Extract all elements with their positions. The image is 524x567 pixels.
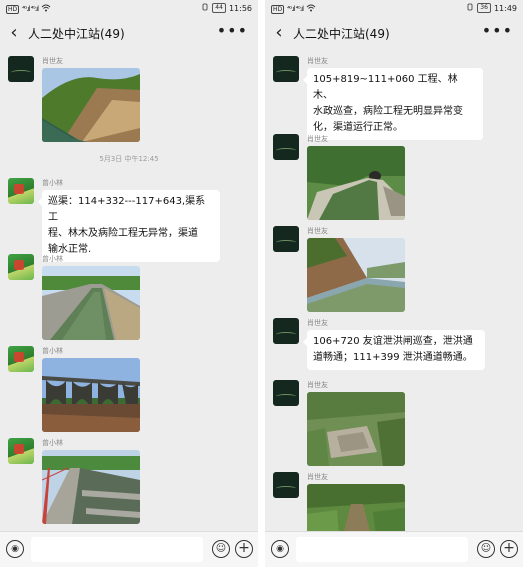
avatar[interactable]: [8, 346, 34, 372]
message-bubble[interactable]: 106+720 友谊泄洪闸巡查，泄洪通 道畅通；111+399 泄洪通道畅通。: [303, 330, 485, 370]
battery-icon: 36: [477, 3, 491, 13]
avatar[interactable]: [8, 56, 34, 82]
message-item: 曾小林 巡渠：114+332---117+643,渠系工 程、林木及病险工程无异…: [0, 178, 258, 262]
aqueduct-walkway-photo[interactable]: [42, 450, 140, 524]
message-item: 肖世友 106+720 友谊泄洪闸巡查，泄洪通 道畅通；111+399 泄洪通道…: [265, 318, 523, 374]
message-line: 巡渠：114+332---117+643,渠系工: [48, 196, 206, 223]
sender-name: 肖世友: [307, 319, 328, 327]
avatar[interactable]: [273, 472, 299, 498]
message-bubble[interactable]: 巡渠：114+332---117+643,渠系工 程、林木及病险工程无异常，渠道…: [38, 190, 220, 262]
canal-water-photo[interactable]: [42, 266, 140, 340]
add-attachment-icon[interactable]: +: [500, 540, 518, 558]
back-arrow-icon[interactable]: ‹: [2, 18, 26, 48]
sender-name: 肖世友: [307, 135, 328, 143]
emoji-icon[interactable]: ☺: [477, 540, 495, 558]
message-item: 曾小林: [0, 438, 258, 528]
emoji-icon[interactable]: ☺: [212, 540, 230, 558]
message-input[interactable]: [296, 537, 468, 562]
clock: 11:49: [493, 3, 517, 13]
avatar[interactable]: [273, 380, 299, 406]
chat-title: 人二处中江站(49): [293, 26, 390, 41]
sender-name: 肖世友: [307, 227, 328, 235]
aqueduct-bridge-photo[interactable]: [42, 358, 140, 432]
hd-badge: HD: [271, 4, 285, 14]
status-bar: HD ⁴ᴳ.ıl ⁴ᴳ.ıl 44 11:56: [0, 0, 258, 18]
message-item: 肖世友: [265, 472, 523, 531]
message-list[interactable]: 肖世友 5月3日 中午12:45 曾小林 巡渠：114+332---117+64…: [0, 48, 258, 531]
signal-icon: ⁴ᴳ.ıl ⁴ᴳ.ıl: [287, 5, 304, 13]
message-list[interactable]: 肖世友 105+819~111+060 工程、林木、 水政巡查，病险工程无明显异…: [265, 48, 523, 531]
wifi-icon: [41, 4, 51, 14]
status-bar: HD ⁴ᴳ.ıl ⁴ᴳ.ıl 36 11:49: [265, 0, 523, 18]
sender-name: 曾小林: [42, 347, 63, 355]
message-line: 105+819~111+060 工程、林木、: [313, 74, 458, 101]
canal-tunnel-photo[interactable]: [307, 146, 405, 220]
message-item: 肖世友 105+819~111+060 工程、林木、 水政巡查，病险工程无明显异…: [265, 56, 523, 140]
message-item: 肖世友: [265, 134, 523, 224]
avatar[interactable]: [273, 226, 299, 252]
input-bar: ◉ ☺ +: [265, 531, 523, 567]
message-item: 肖世友: [265, 380, 523, 470]
message-line: 程、林木及病险工程无异常，渠道: [48, 228, 198, 239]
voice-input-icon[interactable]: ◉: [6, 540, 24, 558]
canal-cliff-photo[interactable]: [307, 238, 405, 312]
message-line: 水政巡查，病险工程无明显异常变: [313, 106, 463, 117]
chat-title: 人二处中江站(49): [28, 26, 125, 41]
message-item: 肖世友: [265, 226, 523, 316]
avatar[interactable]: [273, 56, 299, 82]
message-timestamp: 5月3日 中午12:45: [99, 155, 159, 163]
chat-header: ‹ 人二处中江站(49) •••: [265, 18, 523, 48]
avatar[interactable]: [8, 178, 34, 204]
hd-badge: HD: [6, 4, 20, 14]
message-bubble[interactable]: 105+819~111+060 工程、林木、 水政巡查，病险工程无明显异常变 化…: [303, 68, 483, 140]
add-attachment-icon[interactable]: +: [235, 540, 253, 558]
sender-name: 肖世友: [307, 381, 328, 389]
message-item: 肖世友: [0, 56, 258, 146]
flood-channel-photo[interactable]: [307, 392, 405, 466]
battery-icon: 44: [212, 3, 226, 13]
sender-name: 肖世友: [42, 57, 63, 65]
canal-slope-photo[interactable]: [42, 68, 140, 142]
clock: 11:56: [228, 3, 252, 13]
message-item: 曾小林: [0, 254, 258, 344]
sender-name: 曾小林: [42, 179, 63, 187]
more-options-icon[interactable]: •••: [482, 18, 513, 44]
overgrown-path-photo[interactable]: [307, 484, 405, 531]
message-item: 曾小林: [0, 346, 258, 436]
vibrate-icon: [466, 3, 474, 13]
left-chat-screen: HD ⁴ᴳ.ıl ⁴ᴳ.ıl 44 11:56 ‹ 人二处中江站(49) •••…: [0, 0, 258, 567]
right-chat-screen: HD ⁴ᴳ.ıl ⁴ᴳ.ıl 36 11:49 ‹ 人二处中江站(49) •••…: [265, 0, 523, 567]
vibrate-icon: [201, 3, 209, 13]
sender-name: 肖世友: [307, 57, 328, 65]
message-line: 道畅通；111+399 泄洪通道畅通。: [313, 352, 473, 363]
message-input[interactable]: [31, 537, 203, 562]
voice-input-icon[interactable]: ◉: [271, 540, 289, 558]
message-line: 106+720 友谊泄洪闸巡查，泄洪通: [313, 336, 473, 347]
avatar[interactable]: [273, 134, 299, 160]
sender-name: 肖世友: [307, 473, 328, 481]
sender-name: 曾小林: [42, 255, 63, 263]
signal-icon: ⁴ᴳ.ıl ⁴ᴳ.ıl: [22, 5, 39, 13]
input-bar: ◉ ☺ +: [0, 531, 258, 567]
back-arrow-icon[interactable]: ‹: [267, 18, 291, 48]
chat-header: ‹ 人二处中江站(49) •••: [0, 18, 258, 48]
avatar[interactable]: [8, 438, 34, 464]
avatar[interactable]: [273, 318, 299, 344]
more-options-icon[interactable]: •••: [217, 18, 248, 44]
sender-name: 曾小林: [42, 439, 63, 447]
avatar[interactable]: [8, 254, 34, 280]
wifi-icon: [306, 4, 316, 14]
